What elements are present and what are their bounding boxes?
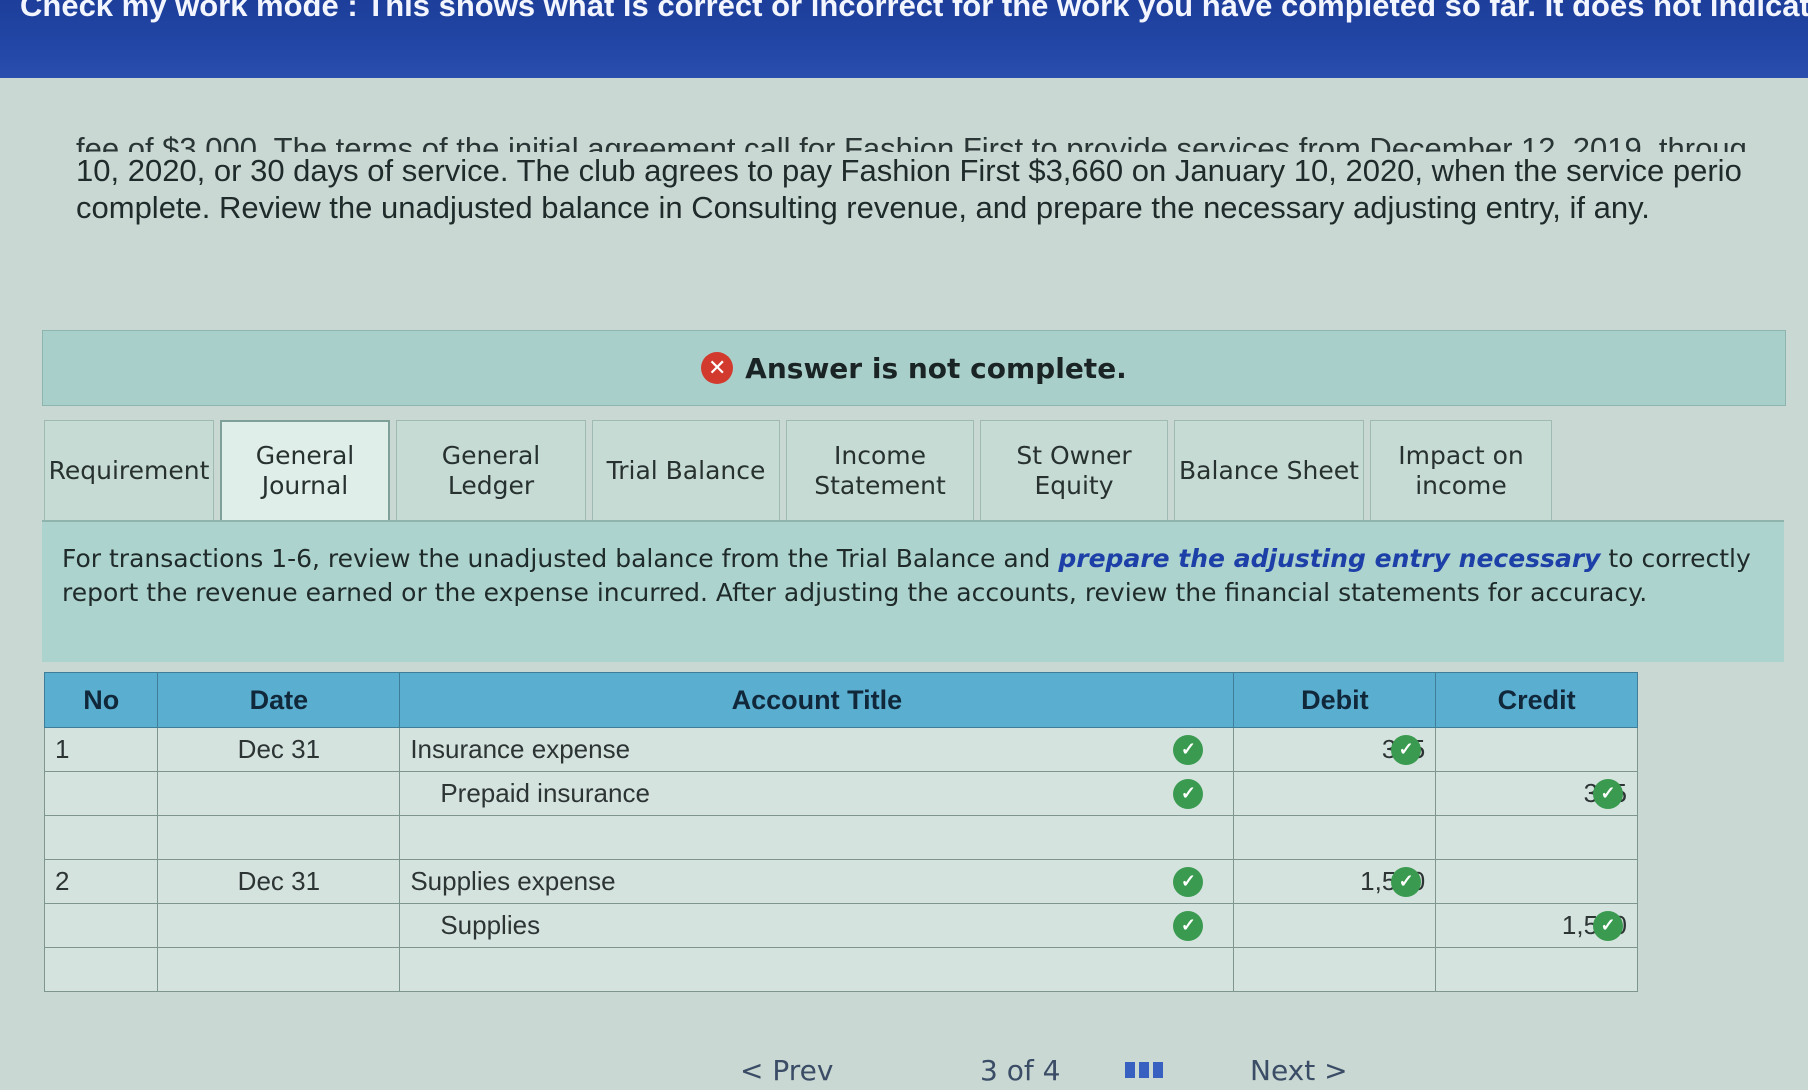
table-row: 1 Dec 31 Insurance expense✓ 325✓ xyxy=(43,727,1638,772)
correct-check-icon: ✓ xyxy=(1391,866,1422,897)
col-debit-header: Debit xyxy=(1233,672,1437,728)
debit-cell[interactable] xyxy=(1233,947,1437,992)
requirement-tabs: Requirement General Journal General Ledg… xyxy=(44,420,1558,520)
correct-check-icon: ✓ xyxy=(1391,734,1422,765)
problem-line-1: 10, 2020, or 30 days of service. The clu… xyxy=(76,153,1742,188)
correct-check-icon: ✓ xyxy=(1173,734,1204,765)
debit-cell[interactable] xyxy=(1233,903,1437,948)
entry-no xyxy=(43,903,159,948)
debit-cell[interactable] xyxy=(1233,815,1437,860)
debit-cell[interactable]: 1,500✓ xyxy=(1233,859,1437,904)
entry-no xyxy=(43,947,159,992)
account-cell[interactable] xyxy=(399,815,1235,860)
prev-button[interactable]: < Prev xyxy=(740,1054,833,1087)
credit-cell[interactable] xyxy=(1435,727,1638,772)
next-button[interactable]: Next > xyxy=(1250,1054,1348,1087)
correct-check-icon: ✓ xyxy=(1173,866,1204,897)
account-cell[interactable]: Prepaid insurance ✓ xyxy=(399,771,1235,816)
instructions-emphasis: prepare the adjusting entry necessary xyxy=(1058,544,1601,573)
alert-text: Answer is not complete. xyxy=(745,351,1127,385)
instructions-panel: For transactions 1-6, review the unadjus… xyxy=(42,520,1784,662)
tab-income-statement[interactable]: Income Statement xyxy=(786,420,974,520)
tab-requirement[interactable]: Requirement xyxy=(44,420,214,520)
account-cell[interactable]: Supplies expense ✓ xyxy=(399,859,1235,904)
tab-general-journal[interactable]: General Journal xyxy=(220,420,390,520)
entry-no: 1 xyxy=(43,727,159,772)
entry-no: 2 xyxy=(43,859,159,904)
error-x-icon: ✕ xyxy=(701,352,734,384)
entry-no xyxy=(43,771,159,816)
credit-cell[interactable]: 325✓ xyxy=(1435,771,1638,816)
tab-trial-balance[interactable]: Trial Balance xyxy=(592,420,780,520)
pagination: < Prev 3 of 4 Next > xyxy=(700,1050,1500,1090)
correct-check-icon: ✓ xyxy=(1173,778,1204,809)
correct-check-icon: ✓ xyxy=(1593,910,1623,941)
entry-date[interactable] xyxy=(157,947,401,992)
page-indicator: 3 of 4 xyxy=(980,1054,1061,1087)
tab-impact-on-income[interactable]: Impact on income xyxy=(1370,420,1552,520)
entry-no xyxy=(43,815,159,860)
tab-general-ledger[interactable]: General Ledger xyxy=(396,420,586,520)
account-cell[interactable]: Insurance expense ✓ xyxy=(399,727,1235,772)
col-no-header: No xyxy=(43,672,159,728)
debit-cell[interactable] xyxy=(1233,771,1437,816)
col-date-header: Date xyxy=(157,672,401,728)
answer-status-alert: ✕ Answer is not complete. xyxy=(42,330,1786,406)
debit-cell[interactable]: 325✓ xyxy=(1233,727,1437,772)
problem-line-2: complete. Review the unadjusted balance … xyxy=(76,190,1650,225)
entry-date[interactable] xyxy=(157,903,401,948)
problem-cut-line: fee of $3,000. The terms of the initial … xyxy=(76,131,1747,152)
general-journal-table: No Date Account Title Debit Credit 1 Dec… xyxy=(43,672,1638,992)
correct-check-icon: ✓ xyxy=(1173,910,1204,941)
grid-menu-icon[interactable] xyxy=(1125,1062,1163,1078)
entry-date[interactable] xyxy=(157,815,401,860)
table-row: Prepaid insurance✓ 325✓ xyxy=(43,771,1638,816)
entry-date[interactable] xyxy=(157,771,401,816)
account-cell[interactable] xyxy=(399,947,1235,992)
entry-date[interactable]: Dec 31 xyxy=(157,859,401,904)
tab-st-owner-equity[interactable]: St Owner Equity xyxy=(980,420,1168,520)
instructions-text: For transactions 1-6, review the unadjus… xyxy=(62,544,1751,607)
banner-text: Check my work mode : This shows what is … xyxy=(20,0,1808,23)
problem-statement: fee of $3,000. The terms of the initial … xyxy=(76,131,1796,226)
credit-cell[interactable]: 1,500✓ xyxy=(1435,903,1638,948)
table-row: 2 Dec 31 Supplies expense✓ 1,500✓ xyxy=(43,859,1638,904)
table-row xyxy=(43,947,1638,992)
col-credit-header: Credit xyxy=(1435,672,1638,728)
credit-cell[interactable] xyxy=(1435,815,1638,860)
credit-cell[interactable] xyxy=(1435,859,1638,904)
account-cell[interactable]: Supplies ✓ xyxy=(399,903,1235,948)
tab-balance-sheet[interactable]: Balance Sheet xyxy=(1174,420,1364,520)
credit-cell[interactable] xyxy=(1435,947,1638,992)
check-my-work-banner: Check my work mode : This shows what is … xyxy=(0,0,1808,78)
col-account-header: Account Title xyxy=(399,672,1235,728)
correct-check-icon: ✓ xyxy=(1593,778,1623,809)
table-row: Supplies✓ 1,500✓ xyxy=(43,903,1638,948)
entry-date[interactable]: Dec 31 xyxy=(157,727,401,772)
table-row xyxy=(43,815,1638,860)
